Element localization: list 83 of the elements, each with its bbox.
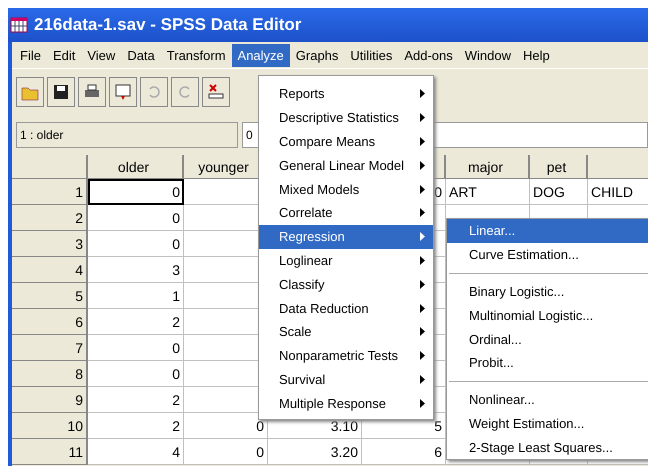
save-icon bbox=[51, 82, 71, 102]
row-header[interactable]: 10 bbox=[12, 413, 88, 439]
column-header[interactable]: older bbox=[88, 155, 184, 179]
submenu-arrow-icon bbox=[420, 113, 425, 122]
row-header[interactable]: 5 bbox=[12, 283, 88, 309]
table-cell: 0 bbox=[88, 335, 184, 361]
menu-item[interactable]: Probit... bbox=[447, 350, 648, 375]
column-header[interactable]: pet bbox=[530, 155, 588, 179]
submenu-arrow-icon bbox=[420, 232, 425, 242]
menu-item[interactable]: Linear... bbox=[447, 219, 648, 243]
submenu-arrow-icon bbox=[420, 136, 425, 146]
row-header[interactable]: 2 bbox=[12, 205, 88, 231]
table-cell: 0 bbox=[88, 205, 184, 231]
table-cell: 4 bbox=[88, 439, 184, 465]
row-header[interactable]: 6 bbox=[12, 309, 88, 335]
menu-item[interactable]: File bbox=[14, 44, 47, 66]
table-cell: 2 bbox=[88, 309, 184, 335]
column-header[interactable]: major bbox=[446, 155, 530, 179]
table-cell: 2 bbox=[88, 387, 184, 413]
table-cell: 0 bbox=[88, 231, 184, 257]
menu-item[interactable]: Edit bbox=[46, 44, 82, 66]
menu-item[interactable]: Transform bbox=[160, 44, 232, 66]
menu-item[interactable]: Curve Estimation... bbox=[447, 242, 648, 267]
submenu-arrow-icon bbox=[420, 304, 425, 313]
submenu-arrow-icon bbox=[420, 208, 425, 218]
row-header[interactable]: 11 bbox=[12, 439, 88, 465]
menu-item[interactable]: Reports bbox=[259, 82, 433, 106]
row-header[interactable]: 1 bbox=[12, 179, 88, 205]
menu-item[interactable]: Add-ons bbox=[398, 44, 459, 66]
menu-item[interactable]: Classify bbox=[259, 272, 433, 296]
row-header[interactable]: 4 bbox=[12, 257, 88, 283]
menu-item[interactable]: Window bbox=[458, 44, 517, 66]
submenu-arrow-icon bbox=[420, 280, 425, 289]
toolbar-button[interactable] bbox=[202, 77, 230, 107]
table-cell: 1 bbox=[88, 283, 184, 309]
menu-item[interactable]: Data bbox=[121, 44, 161, 66]
row-header[interactable]: 8 bbox=[12, 361, 88, 387]
menu-item[interactable]: Scale bbox=[259, 320, 433, 344]
table-cell: ART bbox=[446, 179, 530, 205]
dialog-icon bbox=[113, 82, 133, 102]
table-cell: 3 bbox=[88, 257, 184, 283]
menu-item[interactable]: Nonlinear... bbox=[447, 388, 648, 412]
menu-item[interactable]: Binary Logistic... bbox=[447, 280, 648, 304]
submenu-arrow-icon bbox=[420, 184, 425, 194]
row-header[interactable]: 7 bbox=[12, 335, 88, 361]
table-cell: DOG bbox=[530, 179, 588, 205]
submenu-arrow-icon bbox=[420, 374, 425, 384]
toolbar-button[interactable] bbox=[47, 77, 75, 107]
menu-item[interactable]: Data Reduction bbox=[259, 296, 433, 320]
menu-item[interactable]: Survival bbox=[259, 368, 433, 392]
menu-item[interactable]: Multinomial Logistic... bbox=[447, 303, 648, 328]
menu-item[interactable]: Regression bbox=[259, 224, 433, 249]
submenu-arrow-icon bbox=[420, 256, 425, 265]
table-cell: 2 bbox=[88, 413, 184, 439]
table-cell: 0 bbox=[88, 361, 184, 387]
menu-item[interactable]: View bbox=[81, 44, 122, 66]
toolbar-button[interactable] bbox=[78, 77, 106, 107]
menu-item[interactable]: Graphs bbox=[290, 44, 344, 66]
window-title: 216data-1.sav - SPSS Data Editor bbox=[34, 15, 302, 35]
menu-item[interactable]: 2-Stage Least Squares... bbox=[447, 435, 648, 460]
table-cell: 0 bbox=[184, 439, 268, 465]
table-cell: CHILD bbox=[588, 179, 648, 205]
table-cell: 0 bbox=[88, 179, 184, 205]
submenu-arrow-icon bbox=[420, 89, 425, 98]
row-header[interactable]: 9 bbox=[12, 387, 88, 413]
table-cell: 3.20 bbox=[268, 439, 362, 465]
toolbar-button[interactable] bbox=[109, 77, 137, 107]
menu-item[interactable]: Utilities bbox=[344, 44, 398, 66]
row-header[interactable]: 3 bbox=[12, 231, 88, 257]
menu-item[interactable]: Multiple Response bbox=[259, 391, 433, 416]
submenu-arrow-icon bbox=[420, 327, 425, 336]
grid-app-icon bbox=[10, 17, 28, 33]
submenu-arrow-icon bbox=[420, 351, 425, 360]
cell-name-field: 1 : older bbox=[16, 122, 238, 148]
menu-item[interactable]: Nonparametric Tests bbox=[259, 344, 433, 368]
menu-item[interactable]: Help bbox=[517, 44, 556, 66]
menu-item[interactable]: Ordinal... bbox=[447, 327, 648, 351]
blank-column-header[interactable] bbox=[588, 155, 648, 179]
menu-item[interactable]: Analyze bbox=[232, 44, 290, 66]
menu-item[interactable]: Loglinear bbox=[259, 248, 433, 272]
submenu-arrow-icon bbox=[420, 398, 425, 408]
menu-item[interactable]: Weight Estimation... bbox=[447, 412, 648, 436]
submenu-arrow-icon bbox=[420, 160, 425, 170]
